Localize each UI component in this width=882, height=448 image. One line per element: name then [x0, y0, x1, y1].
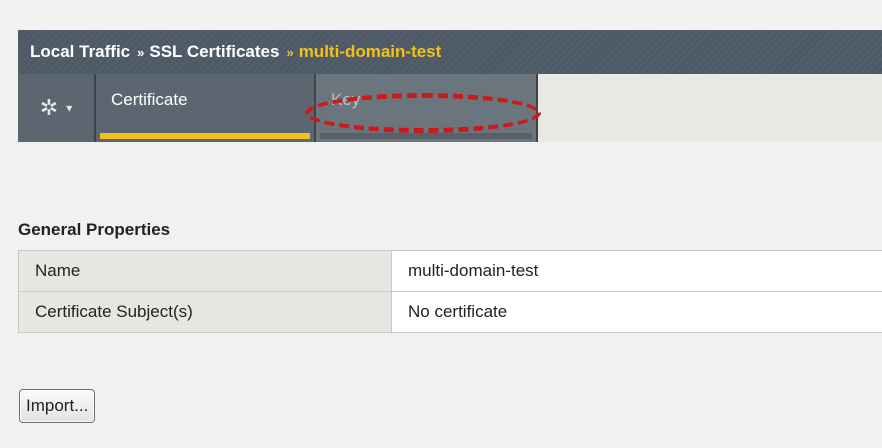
annotation-ellipse — [305, 93, 541, 133]
breadcrumb-separator: » — [286, 44, 293, 60]
certificate-subjects-value: No certificate — [391, 291, 882, 333]
chevron-down-icon: ▾ — [66, 101, 73, 115]
import-button[interactable]: Import... — [19, 389, 96, 423]
breadcrumb-current: multi-domain-test — [298, 42, 442, 61]
certificate-subjects-label: Certificate Subject(s) — [18, 291, 392, 333]
table-row: Certificate Subject(s) No certificate — [18, 291, 882, 333]
section-title: General Properties — [18, 220, 171, 239]
tab-certificate[interactable]: Certificate — [96, 74, 316, 142]
tab-certificate-label: Certificate — [111, 90, 188, 109]
table-row: Name multi-domain-test — [18, 250, 882, 292]
breadcrumb-local-traffic[interactable]: Local Traffic — [30, 42, 130, 62]
gear-menu-button[interactable]: ✲ ▾ — [18, 74, 96, 142]
breadcrumb-separator: » — [137, 44, 144, 60]
name-value: multi-domain-test — [391, 250, 882, 292]
gear-icon: ✲ — [39, 95, 59, 120]
general-properties-table: Name multi-domain-test Certificate Subje… — [18, 250, 882, 333]
breadcrumb: Local Traffic » SSL Certificates » multi… — [18, 30, 882, 74]
breadcrumb-ssl-certificates[interactable]: SSL Certificates — [149, 42, 279, 62]
name-label: Name — [18, 250, 392, 292]
